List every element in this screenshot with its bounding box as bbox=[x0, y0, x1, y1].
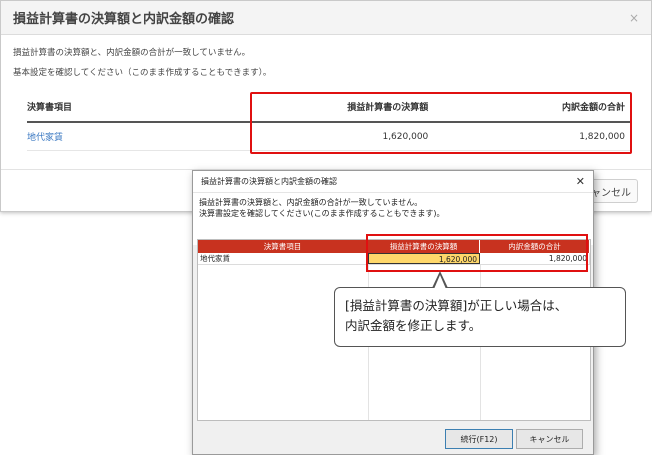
item-link[interactable]: 地代家賃 bbox=[27, 130, 248, 143]
continue-button[interactable]: 続行(F12) bbox=[445, 429, 513, 449]
grid-header-item: 決算書項目 bbox=[198, 240, 368, 253]
web-message-line1: 損益計算書の決算額と、内訳金額の合計が一致していません。 bbox=[13, 48, 251, 58]
win-dialog-title: 損益計算書の決算額と内訳金額の確認 bbox=[201, 177, 337, 186]
win-message-line1: 損益計算書の決算額と、内訳金額の合計が一致していません。 bbox=[199, 198, 423, 207]
win-cancel-button[interactable]: キャンセル bbox=[516, 429, 583, 449]
col-header-item: 決算書項目 bbox=[27, 102, 73, 113]
web-dialog-title: 損益計算書の決算額と内訳金額の確認 bbox=[13, 12, 235, 27]
web-message-line2: 基本設定を確認してください（このまま作成することもできます）。 bbox=[13, 68, 272, 78]
highlight-box bbox=[250, 92, 632, 154]
callout-tail-fill bbox=[434, 275, 446, 289]
highlight-box bbox=[366, 234, 588, 272]
callout-line1: [損益計算書の決算額]が正しい場合は、 bbox=[345, 298, 568, 313]
grid-item-cell[interactable]: 地代家賃 bbox=[198, 253, 368, 264]
web-dialog-body: 損益計算書の決算額と、内訳金額の合計が一致していません。 基本設定を確認してくだ… bbox=[1, 35, 651, 91]
callout-line2: 内訳金額を修正します。 bbox=[345, 318, 482, 333]
win-message-line2: 決算書設定を確認してください(このまま作成することもできます)。 bbox=[199, 209, 445, 218]
close-icon[interactable]: × bbox=[629, 11, 639, 25]
win-titlebar: 損益計算書の決算額と内訳金額の確認 ✕ bbox=[193, 171, 593, 193]
web-dialog-header: 損益計算書の決算額と内訳金額の確認 × bbox=[1, 1, 651, 35]
callout-note: [損益計算書の決算額]が正しい場合は、 内訳金額を修正します。 bbox=[334, 287, 626, 347]
close-icon[interactable]: ✕ bbox=[576, 175, 585, 188]
